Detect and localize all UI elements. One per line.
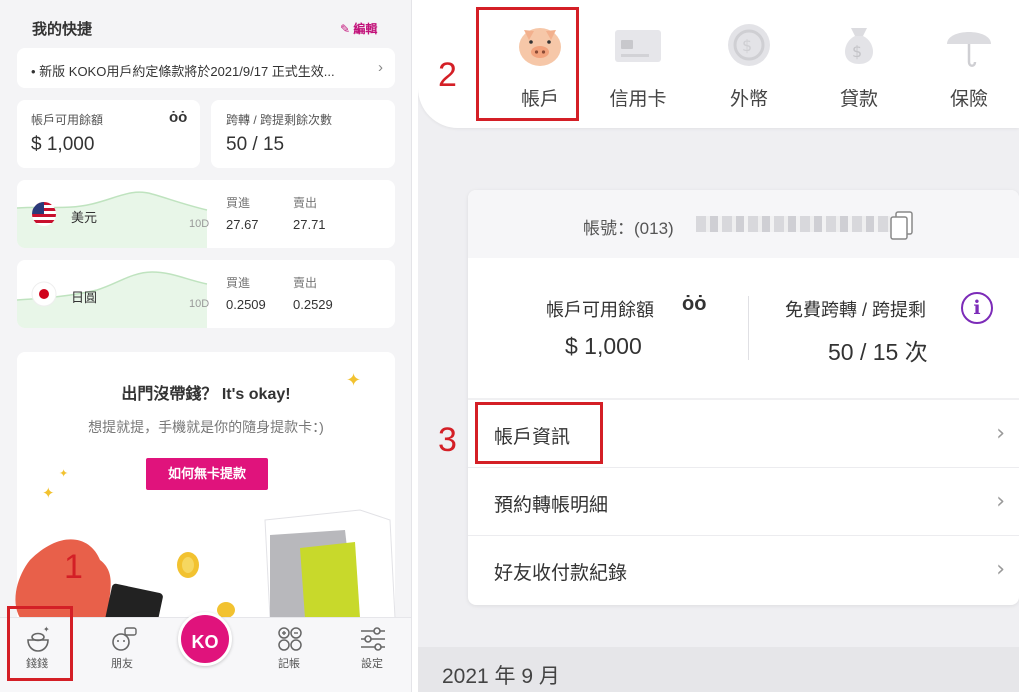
balance-value: $ 1,000 — [31, 134, 95, 155]
quick-section-title: 我的快捷 — [32, 21, 93, 38]
eye-icon[interactable]: ȯȯ — [169, 109, 187, 126]
account-number-label: 帳號：(013) — [583, 219, 674, 238]
copy-icon[interactable] — [889, 210, 915, 240]
jp-flag-icon — [31, 281, 57, 307]
tab-insurance[interactable]: 保險 — [924, 0, 1014, 128]
fx-name-usd: 美元 — [71, 210, 98, 225]
pencil-icon: ✎ — [340, 22, 351, 36]
fx-period-jpy: 10D — [189, 298, 210, 310]
settings-sliders-icon — [361, 627, 385, 651]
coin-icon: $ — [728, 24, 770, 66]
svg-text:✦: ✦ — [346, 370, 361, 390]
menu-label-scheduled-transfers: 預約轉帳明細 — [494, 495, 609, 516]
nav-label-friends: 朋友 — [111, 658, 133, 670]
us-flag-icon — [32, 202, 56, 226]
transfer-count-card[interactable]: 跨轉 / 跨提剩餘次數 50 / 15 — [211, 100, 395, 168]
nav-label-bookkeeping: 記帳 — [278, 658, 300, 670]
umbrella-icon — [947, 32, 991, 67]
balance-label: 帳戶可用餘額 — [31, 113, 104, 127]
fx-buy-usd: 27.67 — [226, 217, 259, 232]
svg-text:$: $ — [852, 42, 862, 61]
account-card: 帳號：(013) 帳戶可用餘額 ȯȯ $ 1,000 免費跨轉 / 跨提剩 i … — [468, 190, 1019, 605]
tab-label-loan: 貸款 — [839, 89, 878, 110]
transfer-count-value: 50 / 15 — [226, 134, 285, 155]
fx-card-usd[interactable]: 美元 10D 買進 賣出 27.67 27.71 — [17, 180, 395, 248]
nav-item-settings[interactable]: 設定 — [342, 618, 402, 692]
tab-label-insurance: 保險 — [949, 89, 988, 110]
tab-foreign-currency[interactable]: $ 外幣 — [704, 0, 794, 128]
right-panel: 帳戶 信用卡 $ 外幣 $ 貸款 保險 2 帳號：(013) 帳戶可用餘額 ȯȯ… — [418, 0, 1019, 692]
nav-label-settings: 設定 — [361, 658, 383, 670]
account-number-bar: 帳號：(013) — [468, 190, 1019, 258]
step-number-3: 3 — [438, 421, 457, 459]
fx-name-jpy: 日圓 — [71, 290, 98, 305]
notice-text: • 新版 KOKO用戶約定條款將於2021/9/17 正式生效... — [31, 64, 335, 79]
nav-item-bookkeeping[interactable]: 記帳 — [259, 618, 319, 692]
masked-account-number — [696, 216, 890, 232]
info-icon[interactable]: i — [961, 292, 993, 324]
menu-label-friend-payments: 好友收付款紀錄 — [494, 563, 628, 584]
free-transfer-value: 50 / 15 次 — [828, 339, 928, 365]
edit-label: 編輯 — [353, 22, 378, 36]
chevron-right-icon: › — [996, 557, 1005, 582]
svg-text:✦: ✦ — [59, 468, 68, 480]
tab-credit-card[interactable]: 信用卡 — [593, 0, 683, 128]
menu-item-scheduled-transfers[interactable]: 預約轉帳明細 › — [468, 468, 1019, 536]
tab-label-credit-card: 信用卡 — [609, 89, 667, 110]
credit-card-icon — [615, 30, 661, 62]
tab-loan[interactable]: $ 貸款 — [814, 0, 904, 128]
ko-logo[interactable]: KO — [178, 612, 232, 666]
step-number-2: 2 — [438, 56, 457, 94]
transfer-count-label: 跨轉 / 跨提剩餘次數 — [226, 113, 333, 127]
tab-label-foreign-currency: 外幣 — [729, 89, 768, 110]
highlight-box-money — [7, 606, 73, 681]
fx-buy-label-usd: 買進 — [226, 196, 251, 210]
fx-buy-jpy: 0.2509 — [226, 297, 266, 312]
chevron-right-icon: › — [996, 489, 1005, 514]
nav-item-friends[interactable]: 朋友 — [92, 618, 152, 692]
left-panel: 我的快捷 ✎ 編輯 • 新版 KOKO用戶約定條款將於2021/9/17 正式生… — [0, 0, 412, 692]
calculator-icon — [278, 627, 302, 651]
edit-link[interactable]: ✎ 編輯 — [340, 20, 377, 37]
menu-item-friend-payments[interactable]: 好友收付款紀錄 › — [468, 536, 1019, 604]
month-header: 2021 年 9 月 — [418, 647, 1019, 692]
chevron-right-icon: › — [996, 421, 1005, 446]
fx-sell-usd: 27.71 — [293, 217, 326, 232]
account-balance-label: 帳戶可用餘額 — [546, 300, 654, 320]
fx-sell-label-jpy: 賣出 — [293, 276, 318, 290]
highlight-box-account-info — [475, 402, 603, 464]
fx-card-jpy[interactable]: 日圓 10D 買進 賣出 0.2509 0.2529 — [17, 260, 395, 328]
eye-icon[interactable]: ȯȯ — [682, 293, 706, 316]
notice-banner[interactable]: • 新版 KOKO用戶約定條款將於2021/9/17 正式生效... › — [17, 48, 395, 88]
account-balance-value: $ 1,000 — [565, 333, 642, 359]
svg-text:$: $ — [742, 36, 752, 55]
money-bag-icon: $ — [844, 28, 874, 64]
highlight-box-account-tab — [476, 7, 579, 121]
month-label: 2021 年 9 月 — [442, 665, 560, 688]
friend-chat-icon — [112, 627, 137, 651]
fx-sell-label-usd: 賣出 — [293, 196, 318, 210]
fx-buy-label-jpy: 買進 — [226, 276, 251, 290]
svg-text:✦: ✦ — [42, 485, 55, 502]
free-transfer-label: 免費跨轉 / 跨提剩 — [785, 300, 927, 320]
fx-sell-jpy: 0.2529 — [293, 297, 333, 312]
step-number-1: 1 — [64, 548, 83, 586]
divider — [748, 296, 749, 360]
balance-card[interactable]: 帳戶可用餘額 ȯȯ $ 1,000 — [17, 100, 200, 168]
fx-period-usd: 10D — [189, 218, 210, 230]
chevron-right-icon: › — [378, 59, 383, 76]
